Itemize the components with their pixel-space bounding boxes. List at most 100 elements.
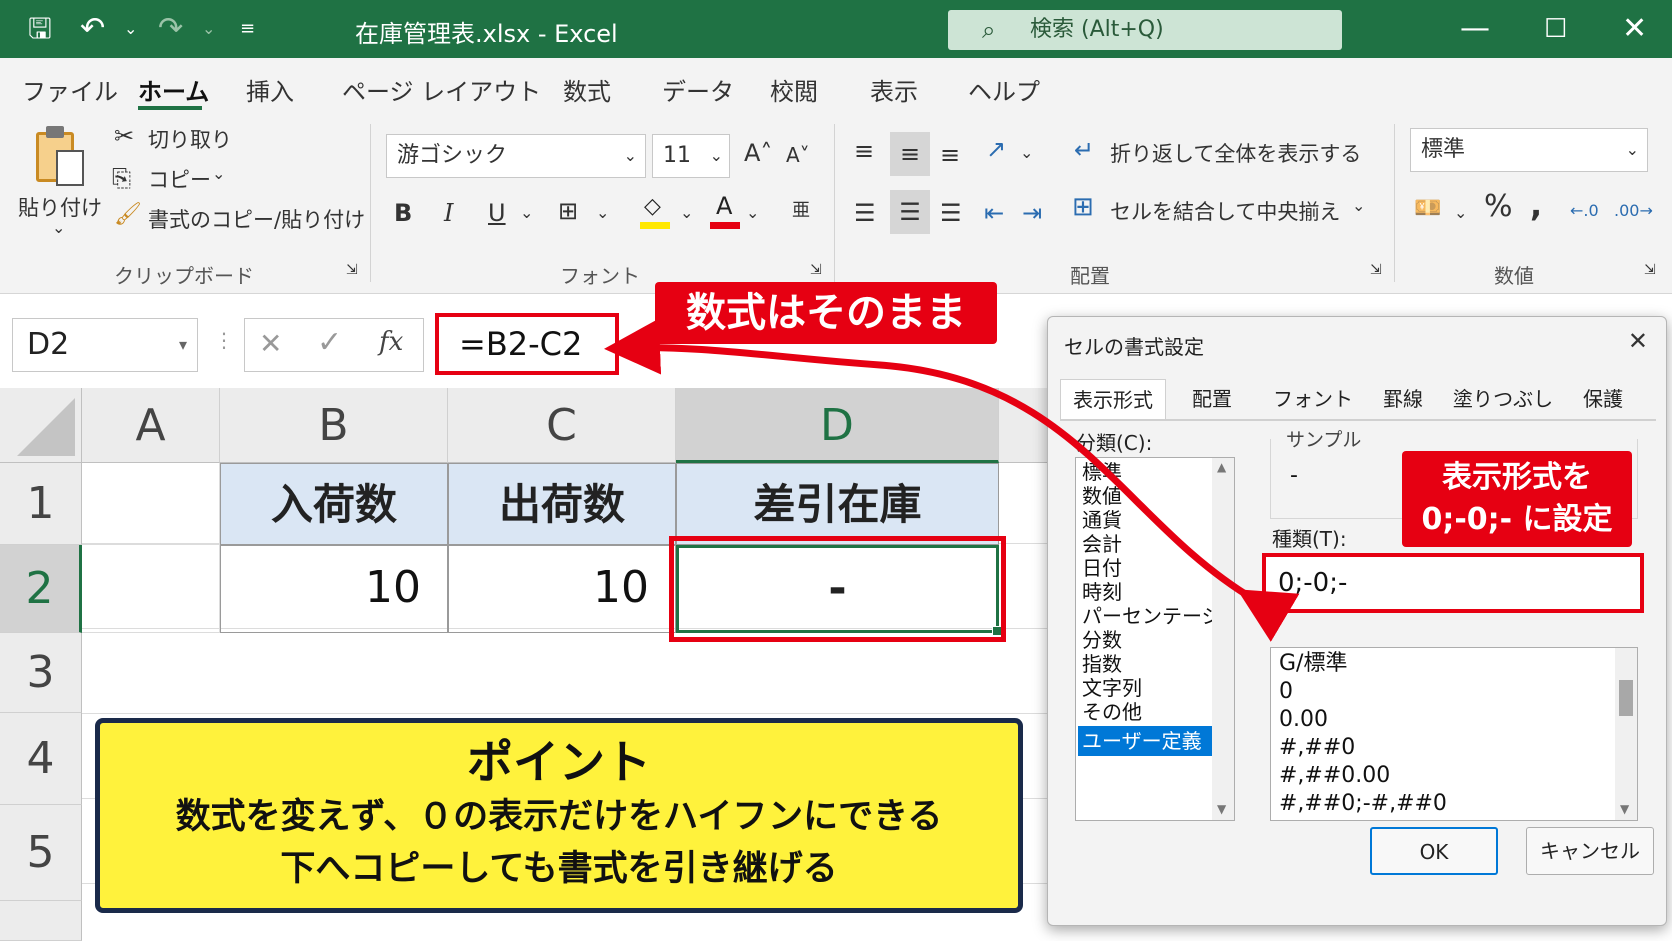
- row-header-2[interactable]: 2: [0, 545, 82, 633]
- paste-dropdown-icon[interactable]: ⌄: [52, 218, 65, 237]
- align-center-icon[interactable]: ☰: [890, 190, 930, 234]
- align-middle-icon[interactable]: ≡: [890, 132, 930, 176]
- number-launcher-icon[interactable]: ⇲: [1644, 262, 1656, 278]
- column-header-c[interactable]: C: [448, 388, 676, 463]
- fill-color-icon[interactable]: ◇: [640, 194, 672, 230]
- scroll-thumb[interactable]: [1619, 680, 1633, 716]
- format-painter-button[interactable]: 書式のコピー/貼り付け: [148, 204, 365, 234]
- type-item[interactable]: #,##0;-#,##0: [1279, 790, 1447, 818]
- phonetic-icon[interactable]: 亜: [792, 196, 810, 226]
- category-item[interactable]: 数値: [1082, 484, 1122, 509]
- clipboard-launcher-icon[interactable]: ⇲: [346, 262, 358, 278]
- category-item[interactable]: 標準: [1082, 460, 1122, 485]
- tab-alignment[interactable]: 配置: [1172, 379, 1252, 419]
- type-scrollbar[interactable]: ▼: [1615, 648, 1637, 820]
- redo-icon[interactable]: ↷: [158, 12, 183, 46]
- column-header-a[interactable]: A: [82, 388, 220, 463]
- chevron-down-icon[interactable]: ⌄: [1454, 198, 1467, 228]
- column-header-d[interactable]: D: [676, 388, 999, 463]
- column-header-b[interactable]: B: [220, 388, 448, 463]
- name-box[interactable]: D2 ▾: [12, 318, 198, 372]
- menu-formulas[interactable]: 数式: [563, 72, 611, 107]
- copy-button[interactable]: コピー: [148, 164, 211, 194]
- font-launcher-icon[interactable]: ⇲: [810, 262, 822, 278]
- copy-icon[interactable]: ⎘: [112, 164, 131, 192]
- undo-dropdown-icon[interactable]: ⌄: [124, 12, 137, 46]
- row-header-3[interactable]: 3: [0, 633, 82, 713]
- scroll-down-icon[interactable]: ▼: [1620, 802, 1629, 816]
- font-size-dropdown[interactable]: 11 ⌄: [652, 134, 730, 178]
- decrease-decimal-icon[interactable]: .00→: [1614, 196, 1653, 226]
- search-box[interactable]: ⌕ 検索 (Alt+Q): [948, 10, 1342, 50]
- cancel-button[interactable]: キャンセル: [1526, 827, 1654, 875]
- cell-b2[interactable]: 10: [220, 545, 448, 633]
- comma-style-icon[interactable]: ,: [1530, 189, 1542, 221]
- menu-insert[interactable]: 挿入: [246, 72, 294, 107]
- cancel-formula-icon[interactable]: ✕: [259, 327, 282, 360]
- category-list[interactable]: 標準 数値 通貨 会計 日付 時刻 パーセンテージ 分数 指数 文字列 その他 …: [1075, 457, 1235, 821]
- copy-dropdown-icon[interactable]: ⌄: [212, 164, 225, 183]
- align-right-icon[interactable]: ☰: [940, 198, 962, 228]
- type-input[interactable]: 0;-0;-: [1262, 553, 1644, 613]
- borders-icon[interactable]: ⊞: [558, 196, 578, 226]
- bold-icon[interactable]: B: [394, 198, 412, 228]
- alignment-launcher-icon[interactable]: ⇲: [1370, 262, 1382, 278]
- category-item[interactable]: その他: [1082, 700, 1142, 725]
- row-header-4[interactable]: 4: [0, 713, 82, 805]
- tab-font[interactable]: フォント: [1268, 379, 1358, 419]
- menu-home[interactable]: ホーム: [138, 72, 209, 107]
- category-item[interactable]: 会計: [1082, 532, 1122, 557]
- maximize-icon[interactable]: ☐: [1544, 12, 1567, 46]
- menu-data[interactable]: データ: [662, 72, 734, 107]
- chevron-down-icon[interactable]: ⌄: [1352, 196, 1365, 215]
- align-top-icon[interactable]: ≡: [854, 136, 874, 166]
- close-window-icon[interactable]: ✕: [1622, 12, 1647, 46]
- wrap-text-icon[interactable]: ↵: [1074, 136, 1094, 164]
- decrease-font-icon[interactable]: A˅: [786, 140, 810, 170]
- category-item[interactable]: 時刻: [1082, 580, 1122, 605]
- select-all-corner[interactable]: [0, 388, 82, 463]
- category-item[interactable]: 日付: [1082, 556, 1122, 581]
- redo-dropdown-icon[interactable]: ⌄: [202, 12, 215, 46]
- tab-fill[interactable]: 塗りつぶし: [1448, 379, 1558, 419]
- format-painter-icon[interactable]: 🖌: [114, 202, 142, 227]
- increase-decimal-icon[interactable]: ←.0: [1570, 196, 1599, 226]
- italic-icon[interactable]: I: [444, 198, 453, 228]
- undo-icon[interactable]: ↶: [80, 12, 105, 46]
- decrease-indent-icon[interactable]: ⇤: [984, 198, 1004, 228]
- dialog-close-icon[interactable]: ✕: [1628, 327, 1648, 355]
- ok-button[interactable]: OK: [1370, 827, 1498, 875]
- save-icon[interactable]: 🖫: [28, 12, 52, 46]
- category-item[interactable]: 通貨: [1082, 508, 1122, 533]
- type-item[interactable]: 0.00: [1279, 706, 1328, 734]
- tab-protection[interactable]: 保護: [1568, 379, 1638, 419]
- row-header-5[interactable]: 5: [0, 805, 82, 901]
- type-item[interactable]: G/標準: [1279, 650, 1347, 678]
- row-header-1[interactable]: 1: [0, 463, 82, 545]
- orientation-icon[interactable]: ↗: [986, 134, 1006, 164]
- type-item[interactable]: 0: [1279, 678, 1293, 706]
- menu-review[interactable]: 校閲: [770, 72, 818, 107]
- menu-page-layout[interactable]: ページ レイアウト: [342, 72, 541, 107]
- category-item[interactable]: 分数: [1082, 628, 1122, 653]
- cell-a1[interactable]: [82, 463, 220, 545]
- merge-center-button[interactable]: セルを結合して中央揃え: [1110, 196, 1340, 226]
- type-item[interactable]: #,##0: [1279, 734, 1355, 762]
- category-item[interactable]: 文字列: [1082, 676, 1142, 701]
- tab-number[interactable]: 表示形式: [1060, 379, 1166, 419]
- cut-button[interactable]: 切り取り: [148, 124, 232, 154]
- merge-center-icon[interactable]: ⊞: [1072, 192, 1094, 222]
- cell-c2[interactable]: 10: [448, 545, 676, 633]
- category-scrollbar[interactable]: ▲ ▼: [1212, 458, 1234, 820]
- row-header-6[interactable]: [0, 901, 82, 941]
- menu-view[interactable]: 表示: [870, 72, 918, 107]
- tab-border[interactable]: 罫線: [1368, 379, 1438, 419]
- menu-help[interactable]: ヘルプ: [968, 72, 1040, 107]
- chevron-down-icon[interactable]: ⌄: [520, 198, 533, 228]
- scroll-down-icon[interactable]: ▼: [1217, 802, 1226, 816]
- cell-a2[interactable]: [82, 545, 220, 633]
- font-color-icon[interactable]: A: [710, 192, 742, 230]
- column-header-e[interactable]: [999, 388, 1050, 463]
- type-list[interactable]: G/標準 0 0.00 #,##0 #,##0.00 #,##0;-#,##0 …: [1270, 647, 1638, 821]
- insert-function-icon[interactable]: fx: [379, 327, 403, 357]
